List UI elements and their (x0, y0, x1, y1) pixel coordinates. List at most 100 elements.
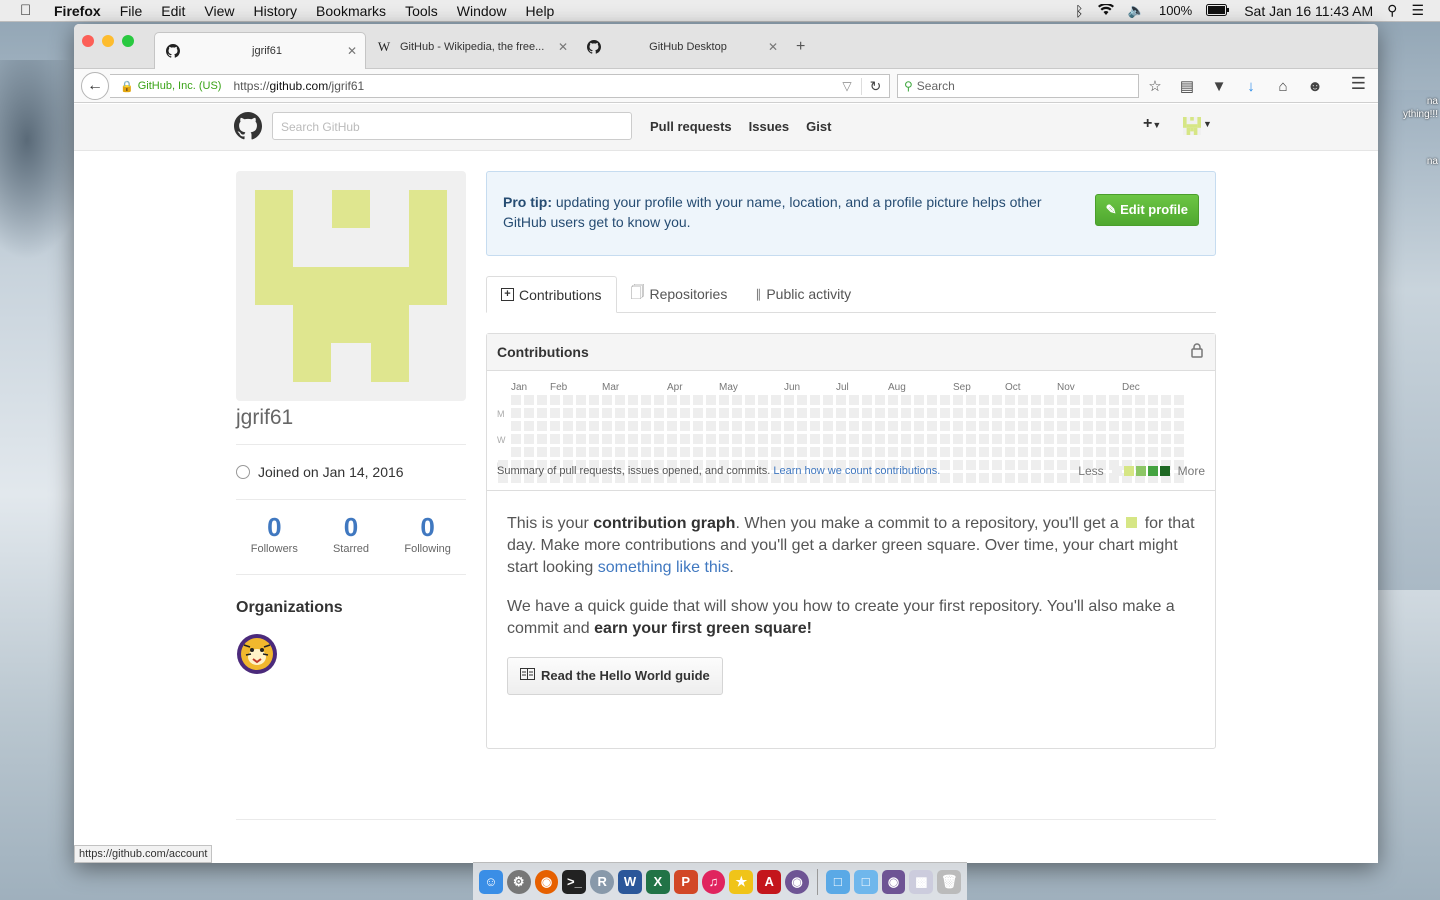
contribution-day-cell[interactable] (810, 447, 820, 457)
contribution-day-cell[interactable] (1044, 408, 1054, 418)
contribution-day-cell[interactable] (1122, 447, 1132, 457)
contribution-day-cell[interactable] (537, 395, 547, 405)
contribution-day-cell[interactable] (680, 395, 690, 405)
contribution-day-cell[interactable] (953, 460, 963, 470)
lock-icon[interactable] (1191, 343, 1203, 361)
contribution-day-cell[interactable] (888, 447, 898, 457)
edit-profile-button[interactable]: ✎ Edit profile (1094, 194, 1199, 226)
contribution-day-cell[interactable] (1005, 395, 1015, 405)
contribution-day-cell[interactable] (771, 408, 781, 418)
tab-github-desktop[interactable]: GitHub Desktop ✕ (576, 32, 786, 61)
contribution-day-cell[interactable] (511, 395, 521, 405)
contribution-day-cell[interactable] (589, 421, 599, 431)
contribution-day-cell[interactable] (979, 434, 989, 444)
contribution-day-cell[interactable] (914, 421, 924, 431)
home-icon[interactable]: ⌂ (1272, 78, 1294, 95)
contribution-day-cell[interactable] (1018, 460, 1028, 470)
contribution-day-cell[interactable] (1005, 408, 1015, 418)
contribution-day-cell[interactable] (784, 395, 794, 405)
contribution-day-cell[interactable] (589, 447, 599, 457)
contribution-day-cell[interactable] (888, 408, 898, 418)
contribution-day-cell[interactable] (797, 408, 807, 418)
word-icon[interactable]: W (618, 869, 642, 894)
contribution-day-cell[interactable] (537, 408, 547, 418)
contribution-day-cell[interactable] (849, 408, 859, 418)
url-text[interactable]: https://github.com/jgrif61 (233, 79, 833, 93)
contribution-day-cell[interactable] (992, 434, 1002, 444)
github-logo-icon[interactable] (234, 112, 263, 143)
contribution-day-cell[interactable] (550, 434, 560, 444)
reading-list-icon[interactable]: ▤ (1176, 77, 1198, 95)
contribution-day-cell[interactable] (641, 421, 651, 431)
contribution-day-cell[interactable] (719, 434, 729, 444)
battery-icon[interactable] (1206, 3, 1230, 19)
wifi-icon[interactable] (1097, 2, 1114, 19)
contribution-day-cell[interactable] (667, 421, 677, 431)
contribution-day-cell[interactable] (966, 434, 976, 444)
contribution-day-cell[interactable] (615, 395, 625, 405)
contribution-day-cell[interactable] (914, 447, 924, 457)
menu-bookmarks[interactable]: Bookmarks (316, 3, 386, 19)
contribution-day-cell[interactable] (1083, 421, 1093, 431)
contribution-day-cell[interactable] (1057, 421, 1067, 431)
contribution-day-cell[interactable] (641, 434, 651, 444)
contribution-day-cell[interactable] (719, 447, 729, 457)
contribution-day-cell[interactable] (1057, 434, 1067, 444)
menu-history[interactable]: History (253, 3, 297, 19)
apple-icon[interactable]:  (20, 2, 40, 19)
contribution-day-cell[interactable] (641, 395, 651, 405)
contribution-day-cell[interactable] (693, 408, 703, 418)
contribution-day-cell[interactable] (1122, 395, 1132, 405)
close-window-button[interactable] (82, 35, 94, 47)
contribution-day-cell[interactable] (537, 447, 547, 457)
contribution-day-cell[interactable] (966, 408, 976, 418)
contribution-day-cell[interactable] (914, 395, 924, 405)
contribution-day-cell[interactable] (901, 447, 911, 457)
back-button[interactable]: ← (81, 72, 109, 100)
contribution-day-cell[interactable] (992, 460, 1002, 470)
create-new-button[interactable]: +▼ (1143, 115, 1161, 133)
contribution-day-cell[interactable] (979, 460, 989, 470)
close-tab-icon[interactable]: ✕ (556, 40, 570, 54)
contribution-day-cell[interactable] (1096, 434, 1106, 444)
contribution-day-cell[interactable] (888, 421, 898, 431)
menu-view[interactable]: View (204, 3, 234, 19)
finder-icon[interactable]: ☺ (479, 869, 503, 894)
contribution-day-cell[interactable] (1096, 395, 1106, 405)
menu-tools[interactable]: Tools (405, 3, 438, 19)
contribution-day-cell[interactable] (602, 395, 612, 405)
contribution-day-cell[interactable] (511, 447, 521, 457)
contribution-day-cell[interactable] (771, 447, 781, 457)
url-bar[interactable]: 🔒 GitHub, Inc. (US) https://github.com/j… (110, 74, 890, 98)
search-bar[interactable]: ⚲ Search (897, 74, 1139, 98)
contribution-day-cell[interactable] (745, 395, 755, 405)
contribution-day-cell[interactable] (966, 395, 976, 405)
contribution-day-cell[interactable] (1109, 421, 1119, 431)
contribution-day-cell[interactable] (979, 421, 989, 431)
contribution-day-cell[interactable] (1109, 447, 1119, 457)
lock-icon[interactable]: 🔒 (120, 80, 134, 93)
contribution-day-cell[interactable] (1031, 434, 1041, 444)
contribution-day-cell[interactable] (862, 447, 872, 457)
contribution-day-cell[interactable] (1057, 395, 1067, 405)
contribution-day-cell[interactable] (1005, 434, 1015, 444)
contribution-day-cell[interactable] (784, 408, 794, 418)
contribution-day-cell[interactable] (537, 421, 547, 431)
acrobat-icon[interactable]: A (757, 869, 782, 894)
contribution-day-cell[interactable] (940, 434, 950, 444)
r-icon[interactable]: R (590, 869, 615, 894)
downloads-icon[interactable]: ↓ (1240, 78, 1262, 95)
contribution-day-cell[interactable] (901, 421, 911, 431)
contribution-day-cell[interactable] (1161, 447, 1171, 457)
contribution-day-cell[interactable] (862, 434, 872, 444)
trash-icon[interactable]: 🗑 (937, 869, 962, 894)
contribution-day-cell[interactable] (966, 447, 976, 457)
contribution-day-cell[interactable] (706, 408, 716, 418)
contribution-day-cell[interactable] (602, 434, 612, 444)
contribution-day-cell[interactable] (901, 408, 911, 418)
contribution-day-cell[interactable] (524, 447, 534, 457)
contribution-day-cell[interactable] (823, 421, 833, 431)
contribution-day-cell[interactable] (875, 447, 885, 457)
contribution-day-cell[interactable] (1148, 434, 1158, 444)
contribution-day-cell[interactable] (810, 395, 820, 405)
